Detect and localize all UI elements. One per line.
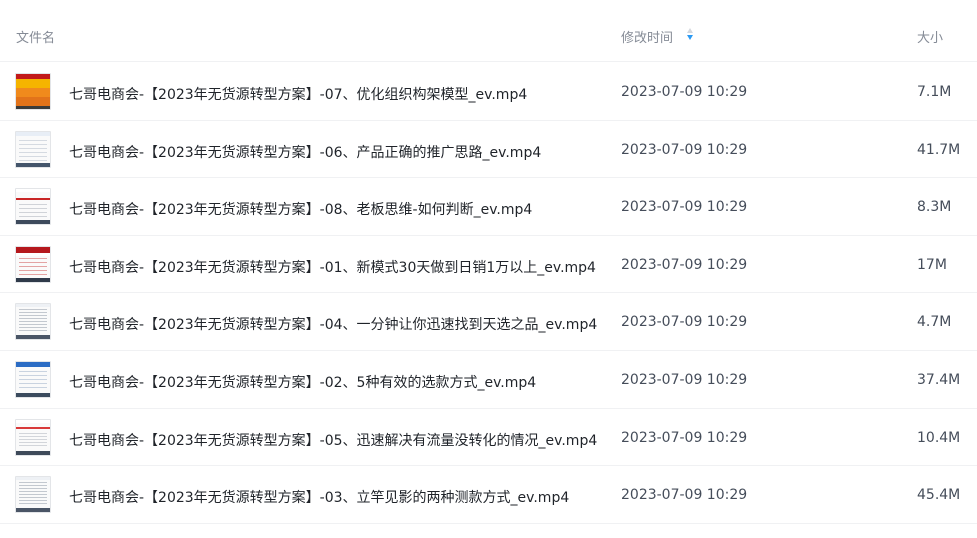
file-modified-time: 2023-07-09 10:29 [621,371,748,388]
column-header-modified-time[interactable]: 修改时间 [621,27,673,46]
file-name[interactable]: 七哥电商会-【2023年无货源转型方案】-03、立竿见影的两种测款方式_ev.m… [69,487,569,507]
file-size: 8.3M [917,199,952,216]
file-row[interactable]: 七哥电商会-【2023年无货源转型方案】-06、产品正确的推广思路_ev.mp4… [0,121,977,179]
file-modified-time: 2023-07-09 10:29 [621,84,748,100]
file-modified-time: 2023-07-09 10:29 [621,256,748,273]
video-thumbnail[interactable] [15,245,51,283]
file-modified-time: 2023-07-09 10:29 [621,429,748,446]
video-thumbnail[interactable] [15,130,51,168]
file-size: 4.7M [917,314,952,331]
file-name[interactable]: 七哥电商会-【2023年无货源转型方案】-06、产品正确的推广思路_ev.mp4 [69,142,541,162]
file-row[interactable]: 七哥电商会-【2023年无货源转型方案】-02、5种有效的选款方式_ev.mp4… [0,351,977,409]
file-row[interactable]: 七哥电商会-【2023年无货源转型方案】-04、一分钟让你迅速找到天选之品_ev… [0,293,977,351]
file-row[interactable]: 七哥电商会-【2023年无货源转型方案】-05、迅速解决有流量没转化的情况_ev… [0,409,977,467]
file-size: 10.4M [917,429,961,446]
file-name[interactable]: 七哥电商会-【2023年无货源转型方案】-05、迅速解决有流量没转化的情况_ev… [69,430,597,450]
file-modified-time: 2023-07-09 10:29 [621,141,748,158]
file-name[interactable]: 七哥电商会-【2023年无货源转型方案】-04、一分钟让你迅速找到天选之品_ev… [69,314,597,334]
file-modified-time: 2023-07-09 10:29 [621,314,748,331]
video-thumbnail[interactable] [15,360,51,398]
file-row[interactable]: 七哥电商会-【2023年无货源转型方案】-08、老板思维-如何判断_ev.mp4… [0,178,977,236]
file-size: 41.7M [917,141,961,158]
file-row[interactable]: 七哥电商会-【2023年无货源转型方案】-01、新模式30天做到日销1万以上_e… [0,236,977,294]
file-modified-time: 2023-07-09 10:29 [621,199,748,216]
file-list-header: 文件名 修改时间 大小 [0,0,977,62]
column-header-name[interactable]: 文件名 [16,27,55,46]
file-name[interactable]: 七哥电商会-【2023年无货源转型方案】-02、5种有效的选款方式_ev.mp4 [69,372,536,392]
video-thumbnail[interactable] [15,418,51,456]
video-thumbnail[interactable] [15,476,51,514]
file-name[interactable]: 七哥电商会-【2023年无货源转型方案】-07、优化组织构架模型_ev.mp4 [69,84,527,104]
sort-descending-icon[interactable] [686,28,694,42]
file-modified-time: 2023-07-09 10:29 [621,487,748,504]
file-name[interactable]: 七哥电商会-【2023年无货源转型方案】-08、老板思维-如何判断_ev.mp4 [69,199,532,219]
file-row[interactable]: 七哥电商会-【2023年无货源转型方案】-03、立竿见影的两种测款方式_ev.m… [0,466,977,524]
column-header-size[interactable]: 大小 [917,27,943,46]
file-size: 37.4M [917,371,961,388]
video-thumbnail[interactable] [15,73,51,110]
file-size: 17M [917,256,947,273]
file-size: 7.1M [917,84,952,100]
file-row[interactable]: 七哥电商会-【2023年无货源转型方案】-07、优化组织构架模型_ev.mp4 … [0,63,977,121]
file-list: 七哥电商会-【2023年无货源转型方案】-07、优化组织构架模型_ev.mp4 … [0,63,977,524]
file-size: 45.4M [917,487,961,504]
video-thumbnail[interactable] [15,188,51,226]
video-thumbnail[interactable] [15,303,51,341]
file-name[interactable]: 七哥电商会-【2023年无货源转型方案】-01、新模式30天做到日销1万以上_e… [69,257,596,277]
